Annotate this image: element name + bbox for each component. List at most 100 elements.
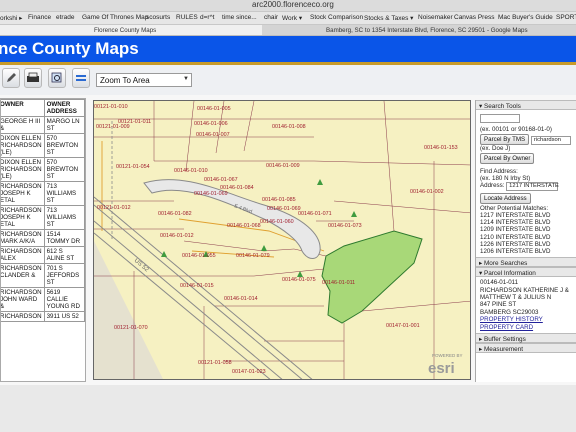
locate-address-button[interactable]: Locate Address [480, 193, 531, 204]
property-card-link[interactable]: PROPERTY CARD [480, 324, 572, 331]
parcel-label[interactable]: 00121-01-009 [96, 124, 130, 130]
parcel-label[interactable]: 00146-01-071 [298, 211, 332, 217]
owner-address-cell: 570 BREWTON ST [43, 133, 85, 158]
parcel-label[interactable]: 00146-01-067 [204, 177, 238, 183]
parcel-label[interactable]: 00146-01-075 [282, 277, 316, 283]
more-searches-header[interactable]: ▸ More Searches [476, 257, 576, 268]
bookmark-item[interactable]: d=r^t [200, 14, 214, 21]
bookmark-item[interactable]: Work ▾ [282, 14, 302, 22]
bookmark-item[interactable]: SPORTS [556, 14, 576, 21]
parcel-label[interactable]: 00146-01-073 [328, 223, 362, 229]
parcel-label[interactable]: 00146-01-069 [267, 206, 301, 212]
parcel-city: BAMBERG SC29003 [480, 308, 539, 316]
table-row[interactable]: RICHARDSON JOHN WARD & 5619 CALLIE YOUNG … [1, 287, 85, 312]
zoom-select-value: Zoom To Area [100, 76, 150, 85]
parcel-label[interactable]: 00121-01-012 [97, 205, 131, 211]
bookmark-item[interactable]: Finance [28, 14, 51, 21]
table-row[interactable]: GEORGE H III & MARGO LN ST [1, 116, 85, 134]
zoom-to-selection-icon[interactable] [48, 68, 66, 88]
tab-google-maps[interactable]: Bamberg, SC to 1354 Interstate Blvd, Flo… [262, 25, 576, 35]
parcel-label[interactable]: 00147-01-001 [386, 323, 420, 329]
parcel-label[interactable]: 00146-01-002 [410, 189, 444, 195]
tab-strip: Florence County Maps Bamberg, SC to 1354… [0, 25, 576, 36]
bookmark-item[interactable]: etrade [56, 14, 74, 21]
table-row[interactable]: RICHARDSON JOSEPH K ETAL 713 WILLIAMS ST [1, 181, 85, 206]
tms-input[interactable] [480, 114, 520, 123]
table-row[interactable]: RICHARDSON ALEX 612 S ALINE ST [1, 246, 85, 264]
address-match-item[interactable]: 1217 INTERSTATE BLVD [480, 212, 572, 219]
address-match-item[interactable]: 1210 INTERSTATE BLVD [480, 234, 572, 241]
map-canvas[interactable]: US 52 E 4 Blvd 00121-01-010 00146-01-0050… [94, 101, 471, 380]
pencil-icon[interactable] [2, 68, 20, 88]
parcel-label[interactable]: 00146-01-007 [196, 132, 230, 138]
parcel-label[interactable]: 00146-01-068 [227, 223, 261, 229]
parcel-label[interactable]: 00146-01-011 [322, 280, 355, 286]
bookmark-item[interactable]: Stocks & Taxes ▾ [364, 14, 413, 22]
parcel-label[interactable]: 00146-01-015 [180, 283, 214, 289]
buffer-settings-header[interactable]: ▸ Buffer Settings [476, 333, 576, 344]
bookmark-item[interactable]: Stock Comparison [310, 14, 363, 21]
bookmark-item[interactable]: chair [264, 14, 278, 21]
property-history-link[interactable]: PROPERTY HISTORY [480, 316, 572, 323]
bookmark-item[interactable]: time since... [222, 14, 257, 21]
find-address-title: Find Address: [480, 168, 518, 175]
table-row[interactable]: RICHARDSON 3911 US 52 [1, 311, 85, 322]
parcel-by-tms-button[interactable]: Parcel By TMS [480, 134, 530, 145]
parcel-label[interactable]: 00121-01-070 [114, 325, 148, 331]
parcel-label[interactable]: 00146-01-085 [262, 197, 296, 203]
parcel-label[interactable]: 00146-01-069 [194, 191, 228, 197]
measurement-header[interactable]: ▸ Measurement [476, 343, 576, 354]
address-matches-list: 1217 INTERSTATE BLVD 1214 INTERSTATE BLVD… [480, 212, 572, 255]
parcel-label[interactable]: 00146-01-153 [424, 145, 458, 151]
esri-powered-by: POWERED BY [432, 353, 463, 358]
bookmark-item[interactable]: Canvas Press [454, 14, 494, 21]
owner-cell: RICHARDSON CLANDER & [1, 263, 45, 288]
parcel-by-owner-button[interactable]: Parcel By Owner [480, 153, 535, 164]
parcel-label[interactable]: 00146-01-006 [194, 121, 228, 127]
address-match-item[interactable]: 1206 INTERSTATE BLVD [480, 248, 572, 255]
parcel-label[interactable]: 00146-01-012 [160, 233, 194, 239]
print-icon[interactable] [24, 68, 42, 88]
parcel-label[interactable]: 00147-01-023 [232, 369, 266, 375]
table-row[interactable]: DIXON ELLEN RICHARDSON (LE) 570 BREWTON S… [1, 157, 85, 182]
tms-hint: (ex. 00101 or 90168-01-0) [480, 126, 552, 133]
parcel-label[interactable]: 00146-01-055 [182, 253, 216, 259]
parcel-label[interactable]: 00121-01-010 [94, 104, 128, 110]
owner-input[interactable]: richardson [530, 136, 571, 145]
tab-florence-county-maps[interactable]: Florence County Maps [0, 25, 262, 35]
bookmark-item[interactable]: Noisemaker [418, 14, 453, 21]
table-row[interactable]: RICHARDSON JOSEPH K ETAL 713 WILLIAMS ST [1, 205, 85, 230]
bookmark-item[interactable]: Mac Buyer's Guide [498, 14, 553, 21]
parcel-label[interactable]: 00146-01-079 [236, 253, 270, 259]
parcel-map[interactable]: US 52 E 4 Blvd 00121-01-010 00146-01-005 0… [93, 100, 471, 380]
address-input[interactable]: 1217 INTERSTATE [506, 182, 559, 191]
parcel-information-header[interactable]: ▾ Parcel Information [476, 267, 576, 278]
parcel-label[interactable]: 00146-01-008 [272, 124, 306, 130]
table-row[interactable]: RICHARDSON MARK A/K/A 1514 TOMMY DR [1, 229, 85, 247]
parcel-label[interactable]: 00146-01-014 [224, 296, 258, 302]
parcel-label[interactable]: 00146-01-009 [266, 163, 300, 169]
layers-icon[interactable] [72, 68, 90, 88]
bookmark-item[interactable]: orkshi ▸ [0, 14, 22, 22]
parcel-address: 847 PINE ST [480, 301, 517, 309]
search-tools-section: (ex. 00101 or 90168-01-0) Parcel By TMS … [476, 110, 576, 257]
parcel-label[interactable]: 00146-01-005 [197, 106, 231, 112]
search-tools-header[interactable]: ▾ Search Tools [476, 100, 576, 110]
parcel-label[interactable]: 00146-01-060 [260, 219, 294, 225]
address-match-item[interactable]: 1209 INTERSTATE BLVD [480, 226, 572, 233]
table-row[interactable]: RICHARDSON CLANDER & 701 S JEFFORDS ST [1, 263, 85, 288]
table-row[interactable]: DIXON ELLEN RICHARDSON (LE) 570 BREWTON S… [1, 133, 85, 158]
bookmark-item[interactable]: RULES [176, 14, 198, 21]
parcel-label[interactable]: 00121-01-054 [116, 164, 150, 170]
address-match-item[interactable]: 1214 INTERSTATE BLVD [480, 219, 572, 226]
parcel-label[interactable]: 00146-01-082 [158, 211, 192, 217]
zoom-to-area-select[interactable]: Zoom To Area ▼ [96, 73, 192, 87]
address-match-item[interactable]: 1226 INTERSTATE BLVD [480, 241, 572, 248]
parcel-owner: RICHARDSON KATHERINE J & MATTHEW T & JUL… [480, 286, 569, 302]
bookmark-item[interactable]: Game Of Thrones Map [82, 14, 148, 21]
owner-cell: RICHARDSON JOSEPH K ETAL [1, 205, 45, 230]
url-bar[interactable]: arc2000.florenceco.org [0, 0, 576, 12]
parcel-label[interactable]: 00121-01-058 [198, 360, 232, 366]
bookmark-item[interactable]: scosurts [146, 14, 170, 21]
parcel-label[interactable]: 00146-01-010 [174, 168, 208, 174]
